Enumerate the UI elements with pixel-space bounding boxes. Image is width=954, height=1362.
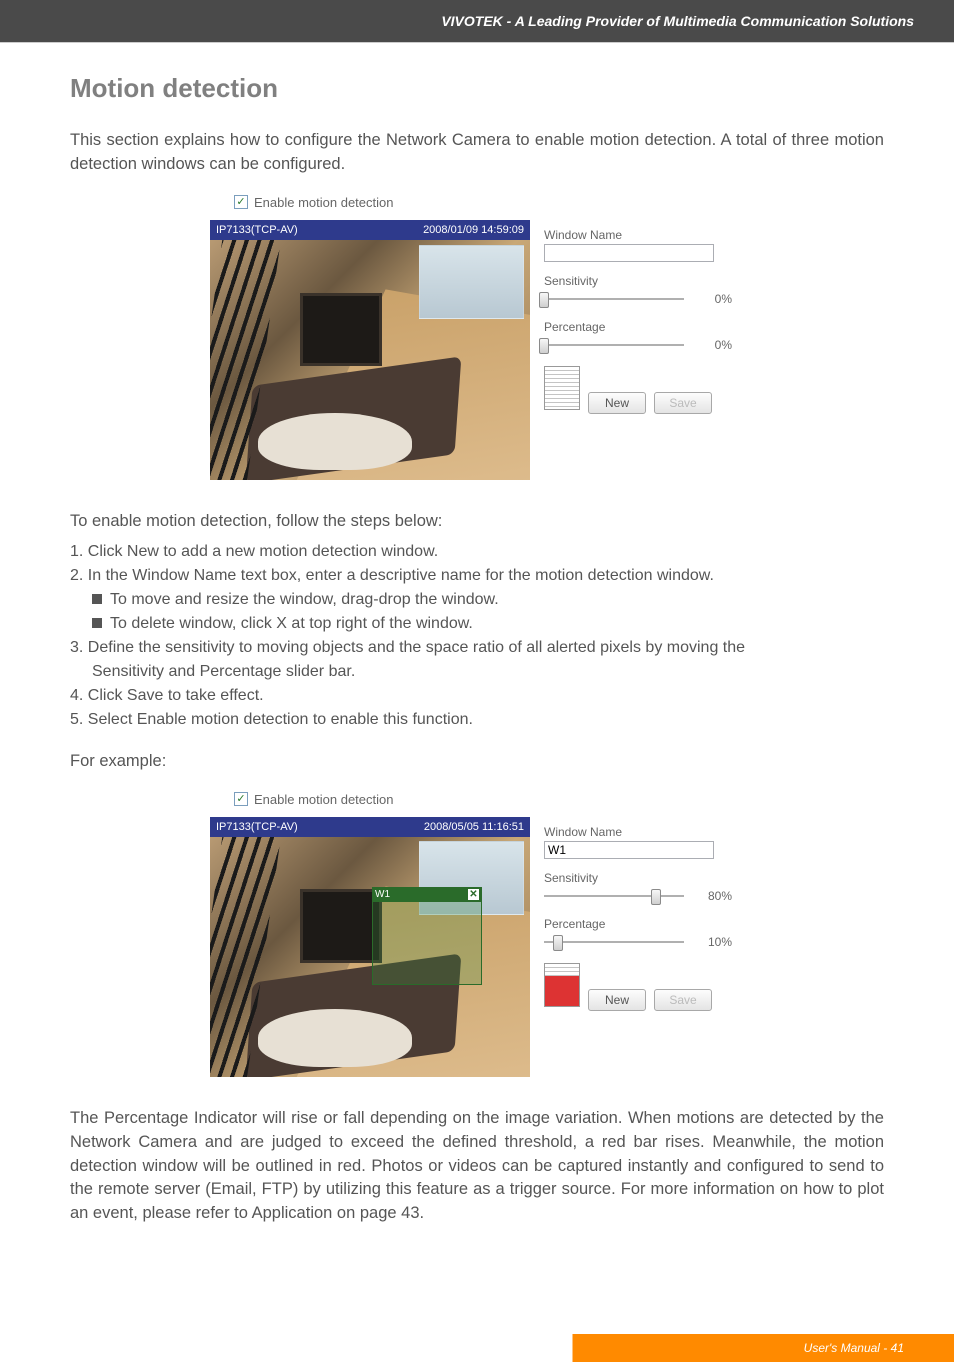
- percentage-slider[interactable]: [544, 336, 684, 354]
- motion-detection-window[interactable]: W1 ✕: [372, 887, 482, 985]
- md-controls: Window Name Sensitivity 0%: [530, 220, 744, 414]
- step-3: 3. Define the sensitivity to moving obje…: [70, 636, 884, 660]
- window-name-label: Window Name: [544, 228, 744, 242]
- percentage-slider[interactable]: [544, 933, 684, 951]
- enable-md-checkbox[interactable]: ✓: [234, 792, 248, 806]
- close-icon[interactable]: ✕: [468, 889, 479, 900]
- step-5: 5. Select Enable motion detection to ena…: [70, 708, 884, 732]
- window-name-input[interactable]: [544, 244, 714, 262]
- percentage-indicator: [544, 366, 580, 410]
- steps-list: 1. Click New to add a new motion detecti…: [70, 540, 884, 732]
- step-1: 1. Click New to add a new motion detecti…: [70, 540, 884, 564]
- video-preview: IP7133(TCP-AV) 2008/01/09 14:59:09: [210, 220, 530, 480]
- steps-intro: To enable motion detection, follow the s…: [70, 510, 884, 534]
- step-2: 2. In the Window Name text box, enter a …: [70, 564, 884, 588]
- video-image[interactable]: [210, 240, 530, 480]
- percentage-label: Percentage: [544, 320, 744, 334]
- sensitivity-value: 0%: [694, 292, 732, 306]
- sensitivity-slider[interactable]: [544, 290, 684, 308]
- percentage-value: 0%: [694, 338, 732, 352]
- step-2a: To move and resize the window, drag-drop…: [70, 588, 884, 612]
- screenshot-1: ✓ Enable motion detection IP7133(TCP-AV)…: [70, 195, 884, 480]
- percentage-label: Percentage: [544, 917, 744, 931]
- window-name-input[interactable]: [544, 841, 714, 859]
- video-preview: IP7133(TCP-AV) 2008/05/05 11:16:51 W1: [210, 817, 530, 1077]
- page-number: User's Manual - 41: [804, 1335, 904, 1361]
- step-4: 4. Click Save to take effect.: [70, 684, 884, 708]
- camera-name: IP7133(TCP-AV): [216, 224, 298, 236]
- percentage-indicator: [544, 963, 580, 1007]
- sensitivity-slider[interactable]: [544, 887, 684, 905]
- md-window-title: W1: [375, 888, 390, 902]
- new-button[interactable]: New: [588, 989, 646, 1011]
- enable-md-label: Enable motion detection: [254, 195, 393, 210]
- sensitivity-value: 80%: [694, 889, 732, 903]
- footer-bar: User's Manual - 41: [0, 1334, 954, 1362]
- enable-md-label: Enable motion detection: [254, 792, 393, 807]
- save-button[interactable]: Save: [654, 989, 712, 1011]
- example-label: For example:: [70, 750, 884, 774]
- closing-paragraph: The Percentage Indicator will rise or fa…: [70, 1107, 884, 1227]
- new-button[interactable]: New: [588, 392, 646, 414]
- page-content: Motion detection This section explains h…: [0, 73, 954, 1304]
- video-timestamp: 2008/01/09 14:59:09: [423, 224, 524, 236]
- sensitivity-label: Sensitivity: [544, 871, 744, 885]
- percentage-value: 10%: [694, 935, 732, 949]
- video-timestamp: 2008/05/05 11:16:51: [424, 821, 524, 833]
- save-button[interactable]: Save: [654, 392, 712, 414]
- md-controls: Window Name Sensitivity 80%: [530, 817, 744, 1011]
- header-band: VIVOTEK - A Leading Provider of Multimed…: [0, 0, 954, 42]
- intro-paragraph: This section explains how to configure t…: [70, 129, 884, 177]
- section-title: Motion detection: [70, 73, 884, 104]
- step-3-cont: Sensitivity and Percentage slider bar.: [70, 660, 884, 684]
- step-2b: To delete window, click X at top right o…: [70, 612, 884, 636]
- header-divider: [0, 42, 954, 43]
- video-image[interactable]: W1 ✕: [210, 837, 530, 1077]
- camera-name: IP7133(TCP-AV): [216, 821, 298, 833]
- sensitivity-label: Sensitivity: [544, 274, 744, 288]
- brand-tagline: VIVOTEK - A Leading Provider of Multimed…: [441, 13, 914, 29]
- window-name-label: Window Name: [544, 825, 744, 839]
- enable-md-checkbox[interactable]: ✓: [234, 195, 248, 209]
- screenshot-2: ✓ Enable motion detection IP7133(TCP-AV)…: [70, 792, 884, 1077]
